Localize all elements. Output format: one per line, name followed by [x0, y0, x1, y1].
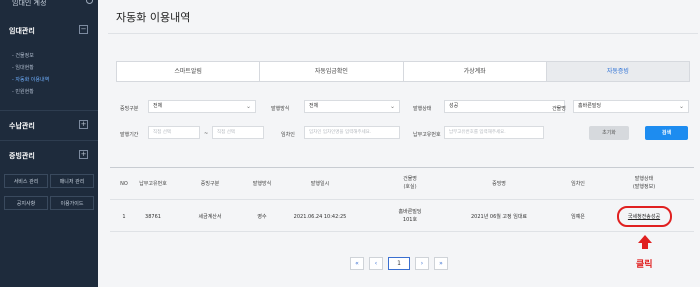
cell-issued-at: 2021.06.24 10:42:25	[293, 214, 347, 220]
issue-status-label: 발행상태	[413, 106, 432, 112]
sidebar-section-payment[interactable]: 수납관리 +	[0, 117, 98, 135]
reset-button[interactable]: 초기화	[589, 126, 629, 140]
sidebar-section-title: 증빙관리	[9, 152, 35, 160]
main-content: 자동화 이용내역 스마트알림 자동입금확인 가상계좌 자동증빙 증빙구분 전체 …	[98, 0, 700, 287]
tab-bar: 스마트알림 자동입금확인 가상계좌 자동증빙	[116, 61, 690, 82]
sidebar: 임대인 계정 임대관리 − - 건물정보 - 임대현황 - 자동화 이용내역 -…	[0, 0, 98, 287]
cell-proof-type: 세금계산서	[198, 214, 222, 220]
cell-building: 홈바른빌딩 101호	[398, 208, 421, 224]
sidebar-item-building-info[interactable]: - 건물정보	[12, 52, 34, 59]
search-button[interactable]: 검색	[645, 126, 688, 140]
manager-manage-button[interactable]: 매니저 관리	[50, 174, 94, 188]
first-page-button[interactable]: «	[350, 257, 364, 270]
tenant-label: 임차인	[281, 132, 295, 138]
payer-no-label: 납부고유번호	[413, 132, 441, 138]
col-header-no: NO	[120, 181, 128, 187]
service-manage-button[interactable]: 서비스 관리	[4, 174, 48, 188]
table-top-border	[110, 167, 694, 168]
next-page-button[interactable]: ›	[415, 257, 429, 270]
sidebar-item-automation-history[interactable]: - 자동화 이용내역	[12, 76, 49, 83]
filter-panel: 증빙구분 전체 ⌄ 발행방식 전체 ⌄ 발행상태 성공 ⌄ 건물명 홈바른빌딩 …	[108, 93, 690, 157]
table-bottom-border	[110, 231, 694, 232]
cell-proof-name: 2021년 06월 고정 임대료	[470, 214, 528, 220]
col-header-status: 발행상태 (발행정보)	[633, 175, 655, 191]
expand-icon[interactable]: +	[79, 150, 88, 159]
last-page-button[interactable]: »	[434, 257, 448, 270]
date-separator: ~	[204, 131, 209, 137]
arrow-stem	[642, 242, 648, 249]
chevron-down-icon: ⌄	[678, 103, 684, 110]
col-header-payer-no: 납부고유번호	[139, 181, 167, 187]
issue-method-label: 발행방식	[271, 106, 290, 112]
proof-type-select[interactable]: 전체 ⌄	[148, 100, 256, 113]
cell-issue-method: 영수	[257, 214, 267, 220]
tab-smart-alert[interactable]: 스마트알림	[117, 62, 261, 81]
sidebar-divider	[0, 140, 98, 141]
page-number-button[interactable]: 1	[388, 257, 410, 270]
col-header-building-text: 건물명 (호실)	[403, 176, 417, 190]
proof-type-value: 전체	[153, 103, 163, 109]
tab-virtual-account[interactable]: 가상계좌	[404, 62, 547, 81]
building-select[interactable]: 홈바른빌딩 ⌄	[573, 100, 689, 113]
guide-button[interactable]: 이용가이드	[50, 196, 94, 210]
col-header-status-text: 발행상태 (발행정보)	[632, 176, 656, 190]
home-icon[interactable]	[86, 0, 93, 4]
col-header-tenant: 임차인	[571, 181, 585, 187]
click-annotation: 클릭	[636, 260, 653, 270]
expand-icon[interactable]: +	[79, 120, 88, 129]
cell-no: 1	[122, 214, 126, 220]
payer-no-input[interactable]: 납부고유번호를 입력해주세요.	[444, 126, 544, 139]
account-label: 임대인 계정	[12, 0, 47, 7]
title-divider	[108, 33, 698, 34]
sidebar-section-proof[interactable]: 증빙관리 +	[0, 147, 98, 165]
issue-status-value: 성공	[449, 103, 459, 109]
highlight-circle	[617, 206, 672, 227]
page-title: 자동화 이용내역	[116, 11, 191, 24]
sidebar-header: 임대인 계정	[0, 0, 98, 9]
collapse-icon[interactable]: −	[79, 25, 88, 34]
tab-auto-proof[interactable]: 자동증빙	[546, 62, 689, 81]
issue-method-value: 전체	[309, 103, 319, 109]
pagination: « ‹ 1 › »	[350, 257, 448, 270]
proof-type-label: 증빙구분	[120, 106, 139, 112]
issue-method-select[interactable]: 전체 ⌄	[304, 100, 400, 113]
chevron-down-icon: ⌄	[389, 103, 395, 110]
table-header-border	[110, 199, 694, 200]
chevron-down-icon: ⌄	[245, 103, 251, 110]
building-value: 홈바른빌딩	[578, 103, 602, 109]
cell-payer-no: 38761	[145, 214, 161, 220]
col-header-proof-name: 증빙명	[492, 181, 506, 187]
cell-building-text: 홈바른빌딩 101호	[398, 209, 422, 223]
period-label: 발행기간	[120, 132, 139, 138]
issue-status-select[interactable]: 성공 ⌄	[444, 100, 565, 113]
tab-auto-deposit[interactable]: 자동입금확인	[260, 62, 404, 81]
col-header-proof-type: 증빙구분	[200, 181, 220, 187]
date-end-input[interactable]: 직접 선택	[212, 126, 264, 139]
date-start-input[interactable]: 직접 선택	[148, 126, 200, 139]
sidebar-section-title: 수납관리	[9, 122, 35, 130]
cell-tenant: 임예은	[571, 214, 585, 220]
sidebar-section-lease[interactable]: 임대관리 −	[0, 22, 98, 40]
tenant-input[interactable]: 임차인 임차인명을 입력해주세요.	[304, 126, 400, 139]
sidebar-divider	[0, 110, 98, 111]
col-header-building: 건물명 (호실)	[403, 175, 417, 191]
sidebar-section-title: 임대관리	[9, 27, 35, 35]
col-header-issued-at: 발행일시	[310, 181, 330, 187]
building-label: 건물명	[552, 106, 566, 112]
notice-button[interactable]: 공지사항	[4, 196, 48, 210]
sidebar-item-lease-status[interactable]: - 임대현황	[12, 64, 34, 71]
sidebar-item-complaints[interactable]: - 민원현황	[12, 88, 34, 95]
prev-page-button[interactable]: ‹	[369, 257, 383, 270]
col-header-issue-method: 발행방식	[252, 181, 272, 187]
